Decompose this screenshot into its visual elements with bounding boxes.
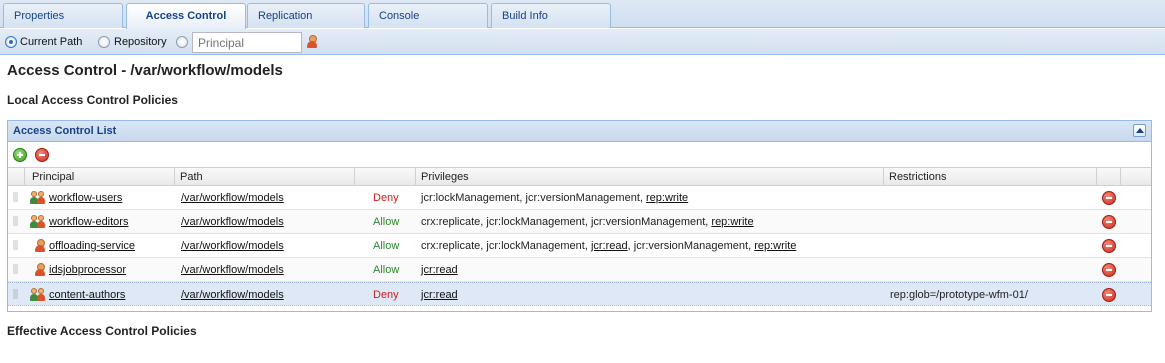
path-link[interactable]: /var/workflow/models — [181, 210, 284, 234]
principal-link[interactable]: idsjobprocessor — [49, 258, 126, 282]
privilege-text: crx:replicate, jcr:lockManagement, — [421, 240, 591, 252]
repository-radio[interactable] — [98, 36, 110, 48]
path-link[interactable]: /var/workflow/models — [181, 234, 284, 258]
remove-row-button[interactable] — [1102, 263, 1116, 277]
drag-handle-icon[interactable] — [13, 289, 18, 299]
principal-link[interactable]: workflow-editors — [49, 210, 128, 234]
group-icon — [30, 191, 46, 205]
remove-entry-button[interactable] — [35, 148, 49, 162]
group-icon — [30, 288, 46, 302]
tab-access-control[interactable]: Access Control — [126, 3, 246, 29]
drag-handle-icon[interactable] — [13, 192, 18, 202]
remove-row-button[interactable] — [1102, 239, 1116, 253]
drag-handle-icon[interactable] — [13, 264, 18, 274]
principal-link[interactable]: content-authors — [49, 283, 125, 307]
privilege-text: crx:replicate, jcr:lockManagement, jcr:v… — [421, 216, 712, 228]
path-link[interactable]: /var/workflow/models — [181, 186, 284, 210]
column-header-actions — [1097, 168, 1121, 186]
effect-label: Allow — [373, 264, 400, 276]
user-icon — [34, 239, 46, 253]
principal-picker-icon[interactable] — [306, 35, 318, 49]
effective-policies-heading: Effective Access Control Policies — [7, 324, 197, 338]
collapse-button[interactable] — [1133, 124, 1146, 137]
column-header-effect[interactable] — [355, 168, 416, 186]
drag-handle-icon[interactable] — [13, 216, 18, 226]
column-header-privileges[interactable]: Privileges — [416, 168, 884, 186]
table-row[interactable]: workflow-editors/var/workflow/models Allo… — [8, 210, 1151, 234]
group-icon — [30, 215, 46, 229]
privilege-link[interactable]: jcr:read — [591, 240, 628, 252]
effect-label: Allow — [373, 216, 400, 228]
tab-bar: Properties Access Control Replication Co… — [0, 0, 1165, 29]
panel-header: Access Control List — [8, 121, 1151, 142]
column-header-restrictions[interactable]: Restrictions — [884, 168, 1097, 186]
principal-radio[interactable] — [176, 36, 188, 48]
current-path-radio[interactable] — [5, 36, 17, 48]
effect-label: Allow — [373, 240, 400, 252]
path-link[interactable]: /var/workflow/models — [181, 283, 284, 307]
privileges-cell: crx:replicate, jcr:lockManagement, jcr:r… — [421, 234, 796, 258]
privileges-cell: jcr:lockManagement, jcr:versionManagemen… — [421, 186, 688, 210]
remove-row-button[interactable] — [1102, 191, 1116, 205]
path-link[interactable]: /var/workflow/models — [181, 258, 284, 282]
tab-console[interactable]: Console — [368, 3, 488, 28]
privilege-link[interactable]: rep:write — [646, 192, 688, 204]
acl-rows: workflow-users/var/workflow/models Deny jc… — [8, 186, 1151, 306]
remove-row-button[interactable] — [1102, 215, 1116, 229]
table-row[interactable]: offloading-service/var/workflow/models Al… — [8, 234, 1151, 258]
privilege-link[interactable]: rep:write — [711, 216, 753, 228]
add-entry-button[interactable] — [13, 148, 27, 162]
privilege-link[interactable]: jcr:read — [421, 289, 458, 301]
privileges-cell: jcr:read — [421, 283, 458, 307]
privileges-cell: crx:replicate, jcr:lockManagement, jcr:v… — [421, 210, 754, 234]
grid-header: Principal Path Privileges Restrictions — [8, 168, 1151, 186]
local-policies-heading: Local Access Control Policies — [7, 93, 178, 107]
tab-replication[interactable]: Replication — [247, 3, 365, 28]
current-path-label[interactable]: Current Path — [20, 36, 82, 48]
privilege-link[interactable]: rep:write — [754, 240, 796, 252]
effect-label: Deny — [373, 192, 399, 204]
privileges-cell: jcr:read — [421, 258, 458, 282]
tab-properties[interactable]: Properties — [3, 3, 123, 28]
privilege-text: , jcr:versionManagement, — [627, 240, 755, 252]
scope-toolbar: Current Path Repository — [0, 29, 1165, 55]
table-row[interactable]: content-authors/var/workflow/models Deny j… — [8, 282, 1151, 306]
principal-input[interactable] — [192, 32, 302, 53]
column-header-principal[interactable]: Principal — [25, 168, 175, 186]
privilege-text: jcr:lockManagement, jcr:versionManagemen… — [421, 192, 646, 204]
principal-link[interactable]: offloading-service — [49, 234, 135, 258]
table-row[interactable]: workflow-users/var/workflow/models Deny jc… — [8, 186, 1151, 210]
effect-label: Deny — [373, 289, 399, 301]
remove-row-button[interactable] — [1102, 288, 1116, 302]
panel-title: Access Control List — [13, 125, 117, 137]
repository-label[interactable]: Repository — [114, 36, 167, 48]
access-control-list-panel: Access Control List Principal Path Privi… — [7, 120, 1152, 312]
panel-toolbar — [8, 142, 1151, 168]
drag-column-header — [8, 168, 25, 186]
drag-handle-icon[interactable] — [13, 240, 18, 250]
page-title: Access Control - /var/workflow/models — [7, 62, 283, 79]
tab-build-info[interactable]: Build Info — [491, 3, 611, 28]
user-icon — [34, 263, 46, 277]
privilege-link[interactable]: jcr:read — [421, 264, 458, 276]
principal-link[interactable]: workflow-users — [49, 186, 122, 210]
table-row[interactable]: idsjobprocessor/var/workflow/models Allow… — [8, 258, 1151, 282]
column-header-path[interactable]: Path — [175, 168, 355, 186]
restrictions-cell: rep:glob=/prototype-wfm-01/ — [890, 289, 1028, 301]
